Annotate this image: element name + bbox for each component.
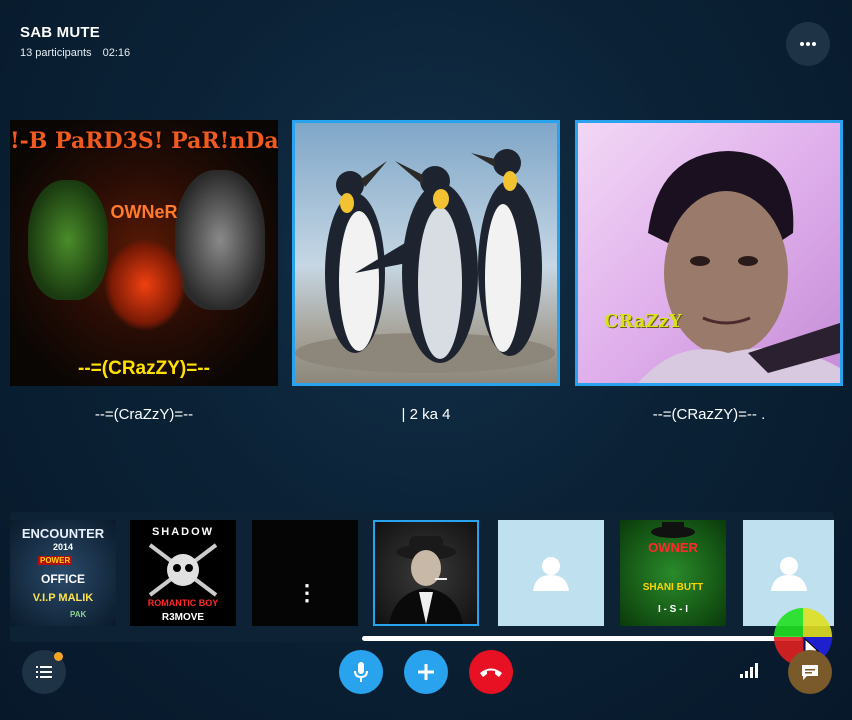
mute-microphone-button[interactable] (339, 650, 383, 694)
thumb-art-year: 2014 (52, 542, 74, 552)
more-options-button[interactable] (786, 22, 830, 66)
tile-art-flame (105, 240, 185, 330)
end-call-button[interactable] (469, 650, 513, 694)
participant-thumbnail-4[interactable] (373, 520, 479, 626)
signal-bars-icon (740, 663, 758, 678)
participant-name-3: --=(CRazZY)=-- . (652, 406, 766, 423)
participant-thumbnail-6[interactable]: OWNER SHANI BUTT I - S - I (620, 520, 726, 626)
participant-count: 13 participants (20, 47, 92, 59)
call-duration: 02:16 (102, 47, 131, 59)
more-horizontal-icon (800, 42, 816, 46)
microphone-icon (354, 662, 368, 682)
penguins-image (295, 149, 555, 373)
tile-art-figure-right (175, 170, 265, 310)
hat-man-image (389, 536, 463, 624)
strip-scrollbar[interactable] (362, 636, 802, 641)
tile-art-owner-text: OWNeR (110, 202, 178, 222)
participant-thumbnail-3[interactable]: ⋮ (252, 520, 358, 626)
participant-tile-2[interactable] (292, 120, 560, 386)
participant-name-2: | 2 ka 4 (401, 406, 451, 423)
participant-thumbnail-2[interactable]: SHADOW ROMANTIC BOY R3MOVE (130, 520, 236, 626)
plus-icon (418, 664, 434, 680)
thumb-art-bottom: I - S - I (658, 604, 688, 615)
thumb-art-mid: ROMANTIC BOY (147, 598, 219, 608)
call-subtitle: 13 participants 02:16 (20, 47, 138, 59)
participant-thumbnail-5[interactable] (498, 520, 604, 626)
call-title: SAB MUTE (20, 24, 100, 41)
default-avatar-icon (533, 557, 569, 591)
participants-list-button[interactable] (22, 650, 66, 694)
participant-thumbnail-7[interactable] (743, 520, 834, 626)
participant-strip: ENCOUNTER 2014 POWER OFFICE V.I.P MALIK … (10, 512, 834, 642)
thumb-art-corner: PAK (70, 610, 87, 619)
spy-figure-image (651, 522, 695, 538)
thumb-art-mid: SHANI BUTT (642, 582, 704, 593)
notification-dot (54, 652, 63, 661)
participant-tile-1[interactable]: !-B PaRD3S! PaR!nDay OWNeR --=(CRazZY)=-… (10, 120, 278, 386)
thumb-art-bottom: V.I.P MALIK (32, 592, 94, 604)
thumb-art-top: ENCOUNTER (21, 526, 105, 541)
thumb-art-mid: OFFICE (41, 572, 85, 586)
chat-button[interactable] (788, 650, 832, 694)
list-icon (36, 666, 52, 678)
participant-video-image (638, 151, 840, 383)
thumb-art-bottom: R3MOVE (161, 612, 205, 623)
skull-swords-image (148, 543, 218, 597)
thumb-art-top: SHADOW (151, 526, 215, 538)
participant-name-1: --=(CraZzY)=-- (94, 406, 194, 423)
tile-art-bottom-text: --=(CRazZY)=-- (78, 358, 210, 379)
tile-art-label: CRaZzY (604, 311, 682, 332)
default-avatar-icon (770, 557, 807, 591)
phone-hangup-icon (480, 668, 502, 677)
participant-tile-3[interactable]: CRaZzY (575, 120, 843, 386)
tile-art-top-text: !-B PaRD3S! PaR!nDay (10, 128, 278, 154)
participant-thumbnail-1[interactable]: ENCOUNTER 2014 POWER OFFICE V.I.P MALIK … (10, 520, 116, 626)
more-vertical-icon: ⋮ (296, 580, 318, 605)
thumb-art-tag: POWER (38, 556, 73, 565)
tile-art-figure-left (28, 180, 108, 300)
chat-icon (802, 665, 818, 680)
add-participant-button[interactable] (404, 650, 448, 694)
call-header: SAB MUTE 13 participants 02:16 (20, 24, 138, 59)
